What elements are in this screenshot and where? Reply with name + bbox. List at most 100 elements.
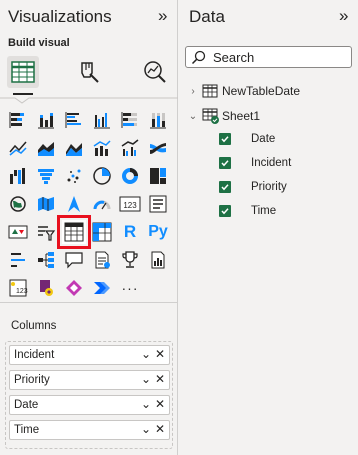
area-chart-icon[interactable]: [34, 136, 58, 160]
goals-trophy-icon[interactable]: [118, 248, 142, 272]
data-search-box[interactable]: [185, 46, 352, 68]
build-visual-label: Build visual: [8, 37, 70, 49]
filled-map-icon[interactable]: [34, 192, 58, 216]
field-well-label: Incident: [14, 349, 55, 361]
treemap-icon[interactable]: [146, 164, 170, 188]
data-pane: Data » › NewTableDate ⌄ Sheet1: [179, 0, 358, 455]
more-visuals-icon[interactable]: ···: [118, 276, 142, 300]
waterfall-chart-icon[interactable]: [6, 164, 30, 188]
donut-chart-icon[interactable]: [118, 164, 142, 188]
field-date[interactable]: Date: [219, 133, 275, 145]
table-grid-icon: [11, 61, 35, 83]
azure-map-icon[interactable]: [62, 192, 86, 216]
table-newtabledate[interactable]: › NewTableDate: [187, 84, 300, 98]
map-icon[interactable]: [6, 192, 30, 216]
field-well-priority[interactable]: Priority ⌄ ✕: [9, 370, 170, 390]
field-incident[interactable]: Incident: [219, 157, 291, 169]
visualizations-title: Visualizations: [8, 7, 112, 26]
checkbox-checked-icon[interactable]: [219, 205, 231, 217]
chevron-down-icon[interactable]: ⌄: [141, 372, 151, 386]
chevron-down-icon[interactable]: ⌄: [141, 397, 151, 411]
field-label: Incident: [251, 157, 292, 169]
100-percent-column-chart-icon[interactable]: [146, 108, 170, 132]
multi-row-card-icon[interactable]: [146, 192, 170, 216]
line-and-clustered-column-chart-icon[interactable]: [118, 136, 142, 160]
qna-visual-icon[interactable]: [62, 248, 86, 272]
python-visual-icon[interactable]: Py: [146, 220, 170, 244]
field-label: Time: [251, 205, 277, 217]
chevron-down-icon[interactable]: ⌄: [141, 347, 151, 361]
field-priority[interactable]: Priority: [219, 181, 287, 193]
stacked-bar-chart-icon[interactable]: [6, 108, 30, 132]
funnel-chart-icon[interactable]: [34, 164, 58, 188]
field-time[interactable]: Time: [219, 205, 276, 217]
field-well-date[interactable]: Date ⌄ ✕: [9, 395, 170, 415]
line-chart-icon[interactable]: [6, 136, 30, 160]
chevron-down-icon[interactable]: ⌄: [187, 111, 199, 122]
ribbon-chart-icon[interactable]: [146, 136, 170, 160]
r-script-visual-icon[interactable]: R: [118, 220, 142, 244]
svg-text:123: 123: [123, 201, 137, 210]
table-icon: [202, 108, 219, 124]
field-label: Priority: [251, 181, 287, 193]
search-input[interactable]: [213, 49, 343, 65]
visualizations-pane: Visualizations » Build visual 123 R Py 1…: [0, 0, 178, 455]
visual-mode-toolbar: [0, 52, 178, 98]
key-influencers-icon[interactable]: [6, 248, 30, 272]
field-well-label: Time: [14, 424, 40, 436]
columns-well-label: Columns: [11, 320, 57, 332]
clustered-bar-chart-icon[interactable]: [62, 108, 86, 132]
table-icon: [202, 84, 218, 98]
card-icon[interactable]: 123: [118, 192, 142, 216]
section-divider: [0, 97, 178, 104]
matrix-visual-icon[interactable]: [90, 220, 114, 244]
gauge-icon[interactable]: [90, 192, 114, 216]
checkbox-checked-icon[interactable]: [219, 133, 231, 145]
table-visual-icon[interactable]: [57, 215, 91, 249]
field-well-time[interactable]: Time ⌄ ✕: [9, 420, 170, 440]
collapse-visualizations-icon[interactable]: »: [158, 6, 167, 26]
data-title: Data: [189, 7, 225, 26]
collapse-data-icon[interactable]: »: [339, 6, 348, 26]
format-visual-mode-button[interactable]: [73, 56, 105, 88]
clustered-column-chart-icon[interactable]: [90, 108, 114, 132]
smart-narrative-icon[interactable]: [90, 248, 114, 272]
columns-field-well[interactable]: Incident ⌄ ✕ Priority ⌄ ✕ Date ⌄ ✕ Time …: [5, 341, 173, 449]
field-well-incident[interactable]: Incident ⌄ ✕: [9, 345, 170, 365]
decomposition-tree-icon[interactable]: [34, 248, 58, 272]
chevron-down-icon[interactable]: ⌄: [141, 422, 151, 436]
remove-field-icon[interactable]: ✕: [155, 422, 165, 436]
stacked-area-chart-icon[interactable]: [62, 136, 86, 160]
100-percent-bar-chart-icon[interactable]: [118, 108, 142, 132]
power-automate-icon[interactable]: [62, 276, 86, 300]
checkbox-checked-icon[interactable]: [219, 181, 231, 193]
slicer-icon[interactable]: [34, 220, 58, 244]
search-icon: [191, 50, 206, 65]
chevron-right-icon[interactable]: ›: [187, 86, 199, 97]
kpi-icon[interactable]: [6, 220, 30, 244]
field-well-label: Priority: [14, 374, 50, 386]
power-apps-icon[interactable]: [34, 276, 58, 300]
stacked-column-chart-icon[interactable]: [34, 108, 58, 132]
field-label: Date: [251, 133, 276, 145]
paginated-report-icon[interactable]: [146, 248, 170, 272]
pie-chart-icon[interactable]: [90, 164, 114, 188]
remove-field-icon[interactable]: ✕: [155, 372, 165, 386]
table-name: Sheet1: [222, 109, 261, 123]
remove-field-icon[interactable]: ✕: [155, 347, 165, 361]
scatter-chart-icon[interactable]: [62, 164, 86, 188]
field-well-label: Date: [14, 399, 39, 411]
table-sheet1[interactable]: ⌄ Sheet1: [187, 108, 260, 124]
build-visual-mode-button[interactable]: [7, 56, 39, 95]
section-separator: [0, 302, 178, 303]
analytics-mode-button[interactable]: [139, 56, 171, 88]
power-automate-flow-icon[interactable]: [90, 276, 114, 300]
checkbox-checked-icon[interactable]: [219, 157, 231, 169]
paintbrush-format-icon: [81, 62, 99, 83]
metrics-scorecard-icon[interactable]: 123: [6, 276, 30, 300]
magnifier-chart-icon: [144, 61, 166, 83]
remove-field-icon[interactable]: ✕: [155, 397, 165, 411]
table-name: NewTableDate: [222, 84, 301, 98]
line-and-stacked-column-chart-icon[interactable]: [90, 136, 114, 160]
svg-text:123: 123: [16, 288, 28, 295]
